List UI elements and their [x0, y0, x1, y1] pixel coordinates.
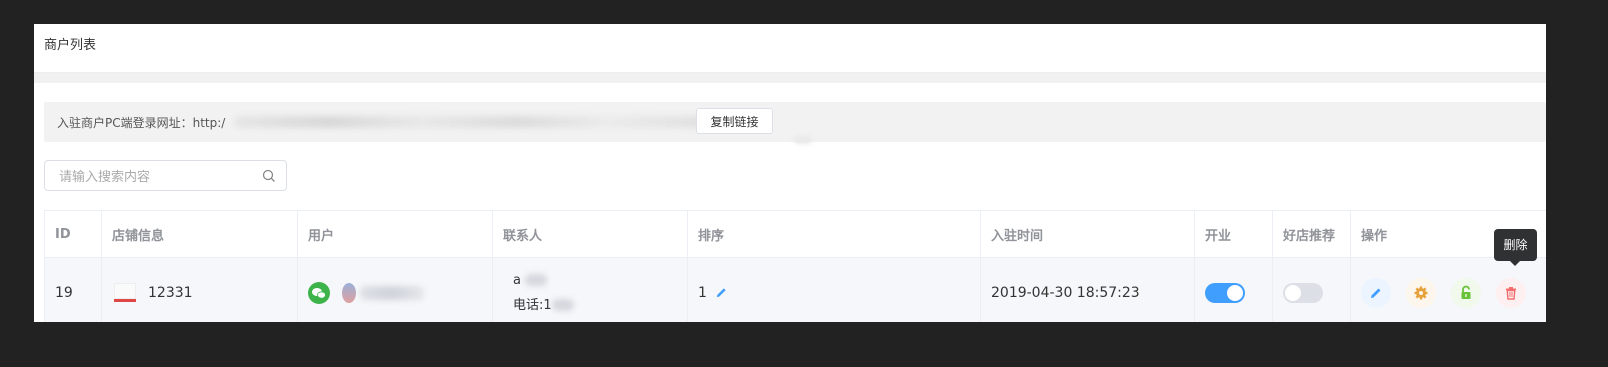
- shop-name: 12331: [148, 284, 193, 301]
- column-header-sort: 排序: [688, 211, 981, 258]
- contact-name-line: a: [513, 273, 574, 288]
- contact-cell: a 电话:1: [493, 258, 688, 322]
- sort-value: 1: [698, 284, 707, 301]
- contact-phone: 电话:1: [513, 297, 552, 313]
- column-header-contact: 联系人: [493, 211, 688, 258]
- user-name-redacted: [360, 285, 424, 300]
- join-time: 2019-04-30 18:57:23: [981, 258, 1195, 322]
- open-cell: [1195, 258, 1273, 322]
- login-url-label: 入驻商户PC端登录网址：http:/: [57, 116, 226, 130]
- search-input[interactable]: [57, 166, 261, 188]
- search-field[interactable]: [44, 160, 287, 191]
- recommend-switch[interactable]: [1283, 282, 1323, 303]
- delete-button[interactable]: [1496, 277, 1526, 308]
- settings-icon: [1414, 286, 1428, 299]
- contact-name-redacted: [525, 274, 548, 286]
- user-cell: [298, 258, 493, 322]
- merchant-list-panel: 商户列表 入驻商户PC端登录网址：http:/ 复制链接 ID 店铺信息 用户 …: [34, 24, 1546, 322]
- unlock-icon: [1461, 285, 1471, 299]
- column-header-user: 用户: [298, 211, 493, 258]
- wechat-icon: [308, 281, 330, 304]
- column-header-join-time: 入驻时间: [981, 211, 1195, 258]
- table-header-row: ID 店铺信息 用户 联系人 排序 入驻时间 开业 好店推荐 操作: [45, 211, 1546, 258]
- row-id: 19: [45, 258, 102, 322]
- sort-cell: 1: [688, 258, 981, 322]
- edit-button[interactable]: [1361, 277, 1391, 308]
- copy-link-button[interactable]: 复制链接: [696, 108, 773, 134]
- table-row: 19 12331 a 电话:1 1 2019-04-30 18:57:23: [45, 258, 1546, 322]
- edit-icon: [1371, 288, 1381, 298]
- redacted-mark: [794, 136, 812, 144]
- shop-logo: [114, 283, 136, 302]
- edit-sort-icon[interactable]: [715, 286, 728, 299]
- delete-icon: [1506, 286, 1516, 300]
- panel-title: 商户列表: [34, 24, 1546, 73]
- shop-info-cell: 12331: [102, 258, 298, 322]
- search-icon[interactable]: [262, 169, 276, 183]
- content-area: 入驻商户PC端登录网址：http:/ 复制链接 ID 店铺信息 用户 联系人 排…: [44, 102, 1546, 322]
- unlock-button[interactable]: [1451, 277, 1481, 308]
- column-header-open: 开业: [1195, 211, 1273, 258]
- actions-cell: [1351, 258, 1546, 322]
- column-header-shop: 店铺信息: [102, 211, 298, 258]
- delete-tooltip: 删除: [1494, 229, 1537, 266]
- login-url-redacted: [234, 116, 704, 128]
- contact-name: a: [513, 272, 521, 288]
- column-header-id: ID: [45, 211, 102, 258]
- divider: [34, 73, 1546, 83]
- open-switch[interactable]: [1205, 282, 1245, 303]
- recommend-cell: [1273, 258, 1351, 322]
- settings-button[interactable]: [1406, 277, 1436, 308]
- merchant-table: ID 店铺信息 用户 联系人 排序 入驻时间 开业 好店推荐 操作 19 123…: [44, 210, 1546, 322]
- contact-phone-line: 电话:1: [513, 294, 574, 313]
- contact-phone-redacted: [551, 299, 574, 311]
- column-header-recommend: 好店推荐: [1273, 211, 1351, 258]
- user-avatar: [342, 282, 356, 303]
